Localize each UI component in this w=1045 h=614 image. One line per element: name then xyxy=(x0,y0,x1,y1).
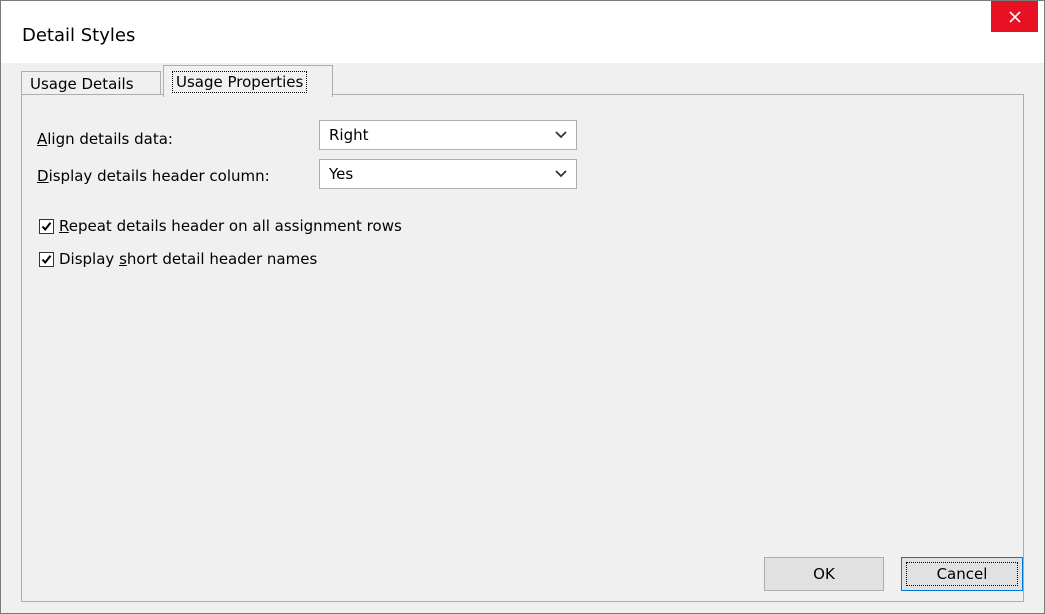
chevron-down-icon xyxy=(555,131,567,139)
close-icon xyxy=(1008,10,1021,23)
ok-label: OK xyxy=(813,565,835,583)
ok-button[interactable]: OK xyxy=(764,557,884,591)
chevron-down-icon xyxy=(555,170,567,178)
tab-usage-properties[interactable]: Usage Properties xyxy=(163,65,333,97)
repeat-header-label: Repeat details header on all assignment … xyxy=(59,217,402,235)
tab-label: Usage Details xyxy=(30,74,134,93)
display-header-column-value: Yes xyxy=(329,165,354,183)
cancel-button[interactable]: Cancel xyxy=(901,557,1023,591)
cancel-label: Cancel xyxy=(906,562,1018,586)
short-names-label: Display short detail header names xyxy=(59,250,318,268)
short-names-checkbox[interactable] xyxy=(39,251,54,267)
title-bar: Detail Styles xyxy=(1,1,1044,63)
display-header-column-label: Display details header column: xyxy=(37,167,270,185)
detail-styles-dialog: Detail Styles Usage Details Usage Proper… xyxy=(0,0,1045,614)
repeat-header-checkbox[interactable] xyxy=(39,218,54,234)
align-details-select[interactable]: Right xyxy=(319,120,577,150)
usage-properties-panel: Align details data: Right Display detail… xyxy=(21,94,1024,602)
tab-label: Usage Properties xyxy=(172,70,308,93)
tab-usage-details[interactable]: Usage Details xyxy=(21,71,161,95)
repeat-header-option[interactable]: Repeat details header on all assignment … xyxy=(39,217,402,235)
short-names-option[interactable]: Display short detail header names xyxy=(39,250,317,268)
align-details-value: Right xyxy=(329,126,369,144)
dialog-title: Detail Styles xyxy=(22,25,136,46)
close-button[interactable] xyxy=(991,1,1038,32)
check-icon xyxy=(41,221,52,231)
display-header-column-select[interactable]: Yes xyxy=(319,159,577,189)
align-details-label: Align details data: xyxy=(37,130,173,148)
check-icon xyxy=(41,254,52,264)
